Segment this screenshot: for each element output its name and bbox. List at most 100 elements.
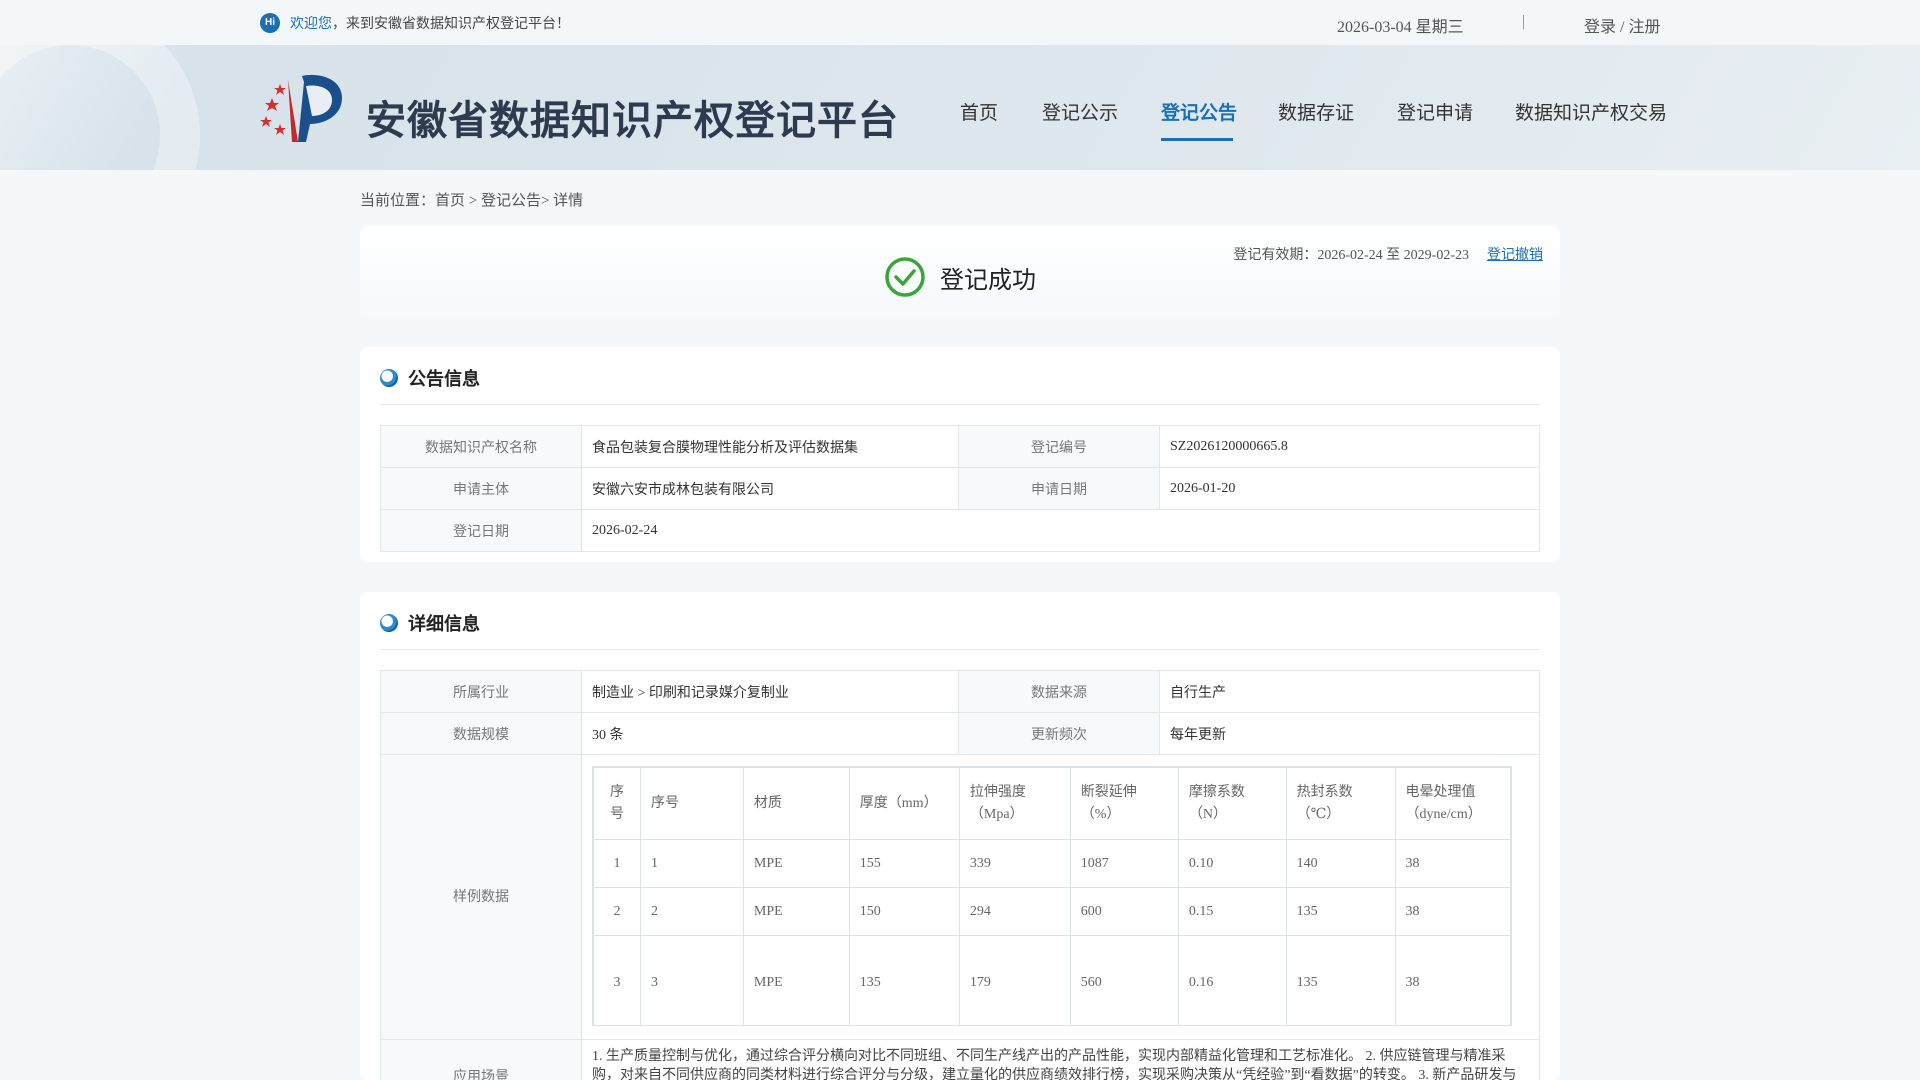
sample-cell: MPE [742,887,850,936]
sample-data-table-scroll[interactable]: 序号 序号 材质 厚度（mm） 拉伸强度（Mpa） 断裂延伸（%） 摩擦系数（N… [592,766,1512,1026]
sample-cell: 294 [958,887,1071,936]
details-title: 详细信息 [408,614,480,635]
sample-cell: 1 [639,839,744,888]
announcement-title: 公告信息 [408,369,480,390]
section-bullet-icon [380,614,398,632]
sample-cell: 1 [593,839,641,888]
top-bar: Hi 欢迎您，来到安徽省数据知识产权登记平台！ 2026-03-04 星期三 |… [0,0,1920,45]
nav-home[interactable]: 首页 [960,98,998,125]
table-row: 所属行业 制造业 > 印刷和记录媒介复制业 数据来源 自行生产 [380,670,1540,713]
sample-cell: 2 [639,887,744,936]
section-divider [380,649,1540,650]
hi-icon: Hi [260,13,280,33]
sample-cell: 1087 [1069,839,1179,888]
field-value: 2026-01-20 [1159,467,1540,510]
revoke-registration-link[interactable]: 登记撤销 [1470,244,1560,264]
sample-cell: 38 [1394,935,1511,1025]
sample-cell: 179 [958,935,1071,1025]
nav-registration-publicity[interactable]: 登记公示 [1042,98,1118,125]
announcement-panel: 公告信息 数据知识产权名称 食品包装复合膜物理性能分析及评估数据集 登记编号 S… [360,347,1560,562]
table-row: 数据知识产权名称 食品包装复合膜物理性能分析及评估数据集 登记编号 SZ2026… [380,425,1540,468]
sample-header-cell: 序号 [593,767,641,840]
announcement-table: 数据知识产权名称 食品包装复合膜物理性能分析及评估数据集 登记编号 SZ2026… [380,425,1540,552]
sample-header-cell: 断裂延伸（%） [1069,767,1179,840]
sample-header-cell: 摩擦系数（N） [1177,767,1287,840]
topbar-divider: | [1522,13,1526,30]
success-check-icon [885,257,925,297]
sample-row: 2 2 MPE 150 294 600 0.15 135 38 [593,887,1511,936]
sample-cell: 38 [1394,839,1511,888]
field-value: 安徽六安市成林包装有限公司 [581,467,959,510]
field-label: 数据来源 [958,670,1160,713]
sample-cell: 155 [848,839,960,888]
sample-cell: 600 [1069,887,1179,936]
sample-header-cell: 材质 [742,767,850,840]
sample-header-cell: 热封系数（℃） [1285,767,1396,840]
sample-cell: MPE [742,935,850,1025]
field-value: 制造业 > 印刷和记录媒介复制业 [581,670,959,713]
site-name: 安徽省数据知识产权登记平台 [366,98,899,144]
table-row: 数据规模 30 条 更新频次 每年更新 [380,712,1540,755]
nav-registration-announcement[interactable]: 登记公告 [1161,98,1237,125]
sample-header-cell: 电晕处理值（dyne/cm） [1394,767,1511,840]
nav-data-certification[interactable]: 数据存证 [1278,98,1354,125]
field-label: 申请主体 [380,467,582,510]
field-label: 申请日期 [958,467,1160,510]
sample-cell: 3 [593,935,641,1025]
sample-cell: 0.16 [1177,935,1287,1025]
sample-cell: 0.15 [1177,887,1287,936]
platform-logo-icon [260,74,342,142]
field-label: 登记日期 [380,509,582,552]
field-value: 每年更新 [1159,712,1540,755]
sample-cell: 560 [1069,935,1179,1025]
table-row: 申请主体 安徽六安市成林包装有限公司 申请日期 2026-01-20 [380,467,1540,510]
sample-cell: 140 [1285,839,1396,888]
field-value: 2026-02-24 [581,509,1540,552]
login-register-link[interactable]: 登录 / 注册 [1584,13,1660,37]
field-label: 所属行业 [380,670,582,713]
current-date: 2026-03-04 星期三 [1337,19,1464,36]
section-divider [380,404,1540,405]
field-value: 自行生产 [1159,670,1540,713]
sample-header-cell: 序号 [639,767,744,840]
welcome-rest: ，来到安徽省数据知识产权登记平台！ [332,17,570,32]
sample-cell: 0.10 [1177,839,1287,888]
field-label: 登记编号 [958,425,1160,468]
sample-cell: 339 [958,839,1071,888]
status-title: 登记成功 [940,266,1036,294]
sample-data-table: 序号 序号 材质 厚度（mm） 拉伸强度（Mpa） 断裂延伸（%） 摩擦系数（N… [593,767,1511,1025]
status-panel: 登记有效期：2026-02-24 至 2029-02-23 登记撤销 登记成功 [360,226,1560,321]
section-bullet-icon [380,369,398,387]
validity-period: 登记有效期：2026-02-24 至 2029-02-23 [1233,248,1469,263]
sample-cell: 135 [848,935,960,1025]
sample-header-row: 序号 序号 材质 厚度（mm） 拉伸强度（Mpa） 断裂延伸（%） 摩擦系数（N… [593,767,1511,840]
field-label: 数据知识产权名称 [380,425,582,468]
sample-cell: 150 [848,887,960,936]
sample-cell: 3 [639,935,744,1025]
field-label: 更新频次 [958,712,1160,755]
table-row: 登记日期 2026-02-24 [380,509,1540,552]
nav-ip-trading[interactable]: 数据知识产权交易 [1515,98,1667,125]
sample-cell: MPE [742,839,850,888]
usage-text: 1. 生产质量控制与优化，通过综合评分横向对比不同班组、不同生产线产出的产品性能… [592,1049,1517,1080]
welcome-highlight: 欢迎您 [290,17,332,32]
field-value: 30 条 [581,712,959,755]
sample-row: 1 1 MPE 155 339 1087 0.10 140 38 [593,839,1511,888]
sample-row: 3 3 MPE 135 179 560 0.16 135 38 [593,935,1511,1025]
usage-label: 应用场景 [453,1070,509,1080]
sample-header-cell: 拉伸强度（Mpa） [958,767,1071,840]
active-nav-underline [1161,138,1233,141]
sample-cell: 38 [1394,887,1511,936]
sample-cell: 135 [1285,887,1396,936]
field-value: SZ2026120000665.8 [1159,425,1540,468]
sample-cell: 135 [1285,935,1396,1025]
breadcrumb: 当前位置：首页 > 登记公告> 详情 [360,193,584,209]
sample-data-label: 样例数据 [453,890,509,905]
field-label: 数据规模 [380,712,582,755]
nav-registration-apply[interactable]: 登记申请 [1397,98,1473,125]
welcome-text: 欢迎您，来到安徽省数据知识产权登记平台！ [290,13,570,33]
field-value: 食品包装复合膜物理性能分析及评估数据集 [581,425,959,468]
sample-cell: 2 [593,887,641,936]
header-decoration [0,45,200,170]
sample-header-cell: 厚度（mm） [848,767,960,840]
